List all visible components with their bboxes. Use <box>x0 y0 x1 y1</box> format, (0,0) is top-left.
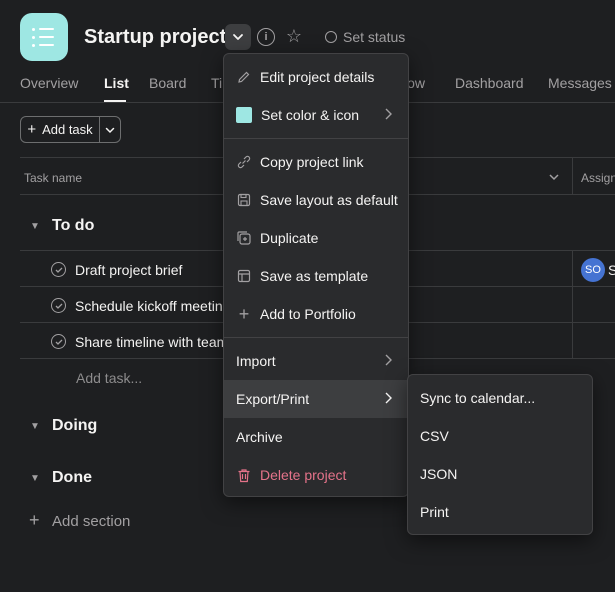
menu-divider <box>224 138 408 139</box>
duplicate-icon <box>236 230 252 246</box>
link-icon <box>236 154 252 170</box>
project-list-icon[interactable] <box>20 13 68 61</box>
tab-dashboard[interactable]: Dashboard <box>455 75 524 91</box>
save-icon <box>236 192 252 208</box>
menu-item-edit-project-details[interactable]: Edit project details <box>224 58 408 96</box>
tab-list[interactable]: List <box>104 75 129 91</box>
section-title-todo[interactable]: To do <box>52 217 94 235</box>
status-circle-icon[interactable] <box>325 31 337 43</box>
add-task-dropdown-button[interactable] <box>99 116 121 143</box>
chevron-down-icon <box>105 127 115 133</box>
info-icon[interactable]: i <box>257 28 275 46</box>
menu-item-export-json[interactable]: JSON <box>408 455 592 493</box>
task-name[interactable]: Share timeline with team <box>75 334 228 350</box>
menu-item-label: Delete project <box>260 467 347 483</box>
task-complete-checkbox[interactable] <box>51 298 66 313</box>
check-icon <box>55 267 62 273</box>
add-section-button[interactable]: Add section <box>52 513 130 530</box>
section-title-doing[interactable]: Doing <box>52 417 97 435</box>
menu-item-archive[interactable]: Archive <box>224 418 408 456</box>
template-icon <box>236 268 252 284</box>
add-task-inline[interactable]: Add task... <box>76 370 142 386</box>
menu-item-save-layout-default[interactable]: Save layout as default <box>224 181 408 219</box>
menu-item-label: Export/Print <box>236 391 310 407</box>
chevron-down-icon <box>233 34 243 40</box>
menu-item-label: Sync to calendar... <box>420 390 536 406</box>
section-collapse-icon[interactable]: ▼ <box>30 473 40 484</box>
task-complete-checkbox[interactable] <box>51 334 66 349</box>
tab-messages[interactable]: Messages <box>548 75 612 91</box>
chevron-right-icon <box>384 391 392 407</box>
tab-overview[interactable]: Overview <box>20 75 78 91</box>
trash-icon <box>236 467 252 483</box>
avatar[interactable]: SO <box>581 258 605 282</box>
assignee-name: S <box>608 262 615 278</box>
plus-icon: + <box>27 121 37 138</box>
column-header-task-name[interactable]: Task name <box>24 171 82 185</box>
task-name[interactable]: Draft project brief <box>75 262 182 278</box>
menu-item-save-as-template[interactable]: Save as template <box>224 257 408 295</box>
menu-item-label: Add to Portfolio <box>260 306 356 322</box>
tab-timeline[interactable]: Ti <box>211 75 222 91</box>
project-menu-button[interactable] <box>225 24 251 50</box>
column-header-assignee[interactable]: Assign <box>581 171 615 185</box>
chevron-right-icon <box>384 107 392 123</box>
column-sort-chevron-icon[interactable] <box>548 171 560 183</box>
chevron-right-icon <box>384 353 392 369</box>
task-name[interactable]: Schedule kickoff meeting <box>75 298 230 314</box>
column-divider <box>572 157 573 195</box>
menu-item-label: Save as template <box>260 268 369 284</box>
pencil-icon <box>236 69 252 85</box>
color-swatch-icon <box>236 107 252 123</box>
menu-item-export-print[interactable]: Export/Print <box>224 380 408 418</box>
menu-item-label: JSON <box>420 466 458 482</box>
section-collapse-icon[interactable]: ▼ <box>30 221 40 232</box>
check-icon <box>55 303 62 309</box>
menu-item-add-to-portfolio[interactable]: + Add to Portfolio <box>224 295 408 333</box>
export-print-submenu: Sync to calendar... CSV JSON Print <box>407 374 593 535</box>
column-divider <box>572 250 573 358</box>
task-complete-checkbox[interactable] <box>51 262 66 277</box>
plus-icon: + <box>238 303 250 324</box>
menu-item-duplicate[interactable]: Duplicate <box>224 219 408 257</box>
add-task-button[interactable]: + Add task <box>20 116 100 143</box>
project-actions-menu: Edit project details Set color & icon Co… <box>223 53 409 497</box>
menu-item-label: Duplicate <box>260 230 319 246</box>
menu-item-label: Set color & icon <box>261 107 360 123</box>
menu-item-label: Save layout as default <box>260 192 398 208</box>
section-title-done[interactable]: Done <box>52 469 92 487</box>
section-collapse-icon[interactable]: ▼ <box>30 421 40 432</box>
menu-item-label: Archive <box>236 429 283 445</box>
menu-item-print[interactable]: Print <box>408 493 592 531</box>
menu-item-label: CSV <box>420 428 449 444</box>
menu-item-label: Edit project details <box>260 69 375 85</box>
menu-item-import[interactable]: Import <box>224 342 408 380</box>
menu-item-export-csv[interactable]: CSV <box>408 417 592 455</box>
menu-item-label: Print <box>420 504 449 520</box>
menu-item-delete-project[interactable]: Delete project <box>224 456 408 494</box>
check-icon <box>55 339 62 345</box>
plus-icon: + <box>29 510 40 530</box>
menu-divider <box>224 337 408 338</box>
project-title[interactable]: Startup project <box>84 26 226 49</box>
menu-item-copy-project-link[interactable]: Copy project link <box>224 143 408 181</box>
add-task-label: Add task <box>42 122 93 137</box>
menu-item-set-color-icon[interactable]: Set color & icon <box>224 96 408 134</box>
star-icon[interactable]: ☆ <box>284 26 304 46</box>
set-status-button[interactable]: Set status <box>343 29 405 45</box>
menu-item-label: Copy project link <box>260 154 364 170</box>
tab-board[interactable]: Board <box>149 75 186 91</box>
menu-item-label: Import <box>236 353 276 369</box>
menu-item-sync-calendar[interactable]: Sync to calendar... <box>408 379 592 417</box>
